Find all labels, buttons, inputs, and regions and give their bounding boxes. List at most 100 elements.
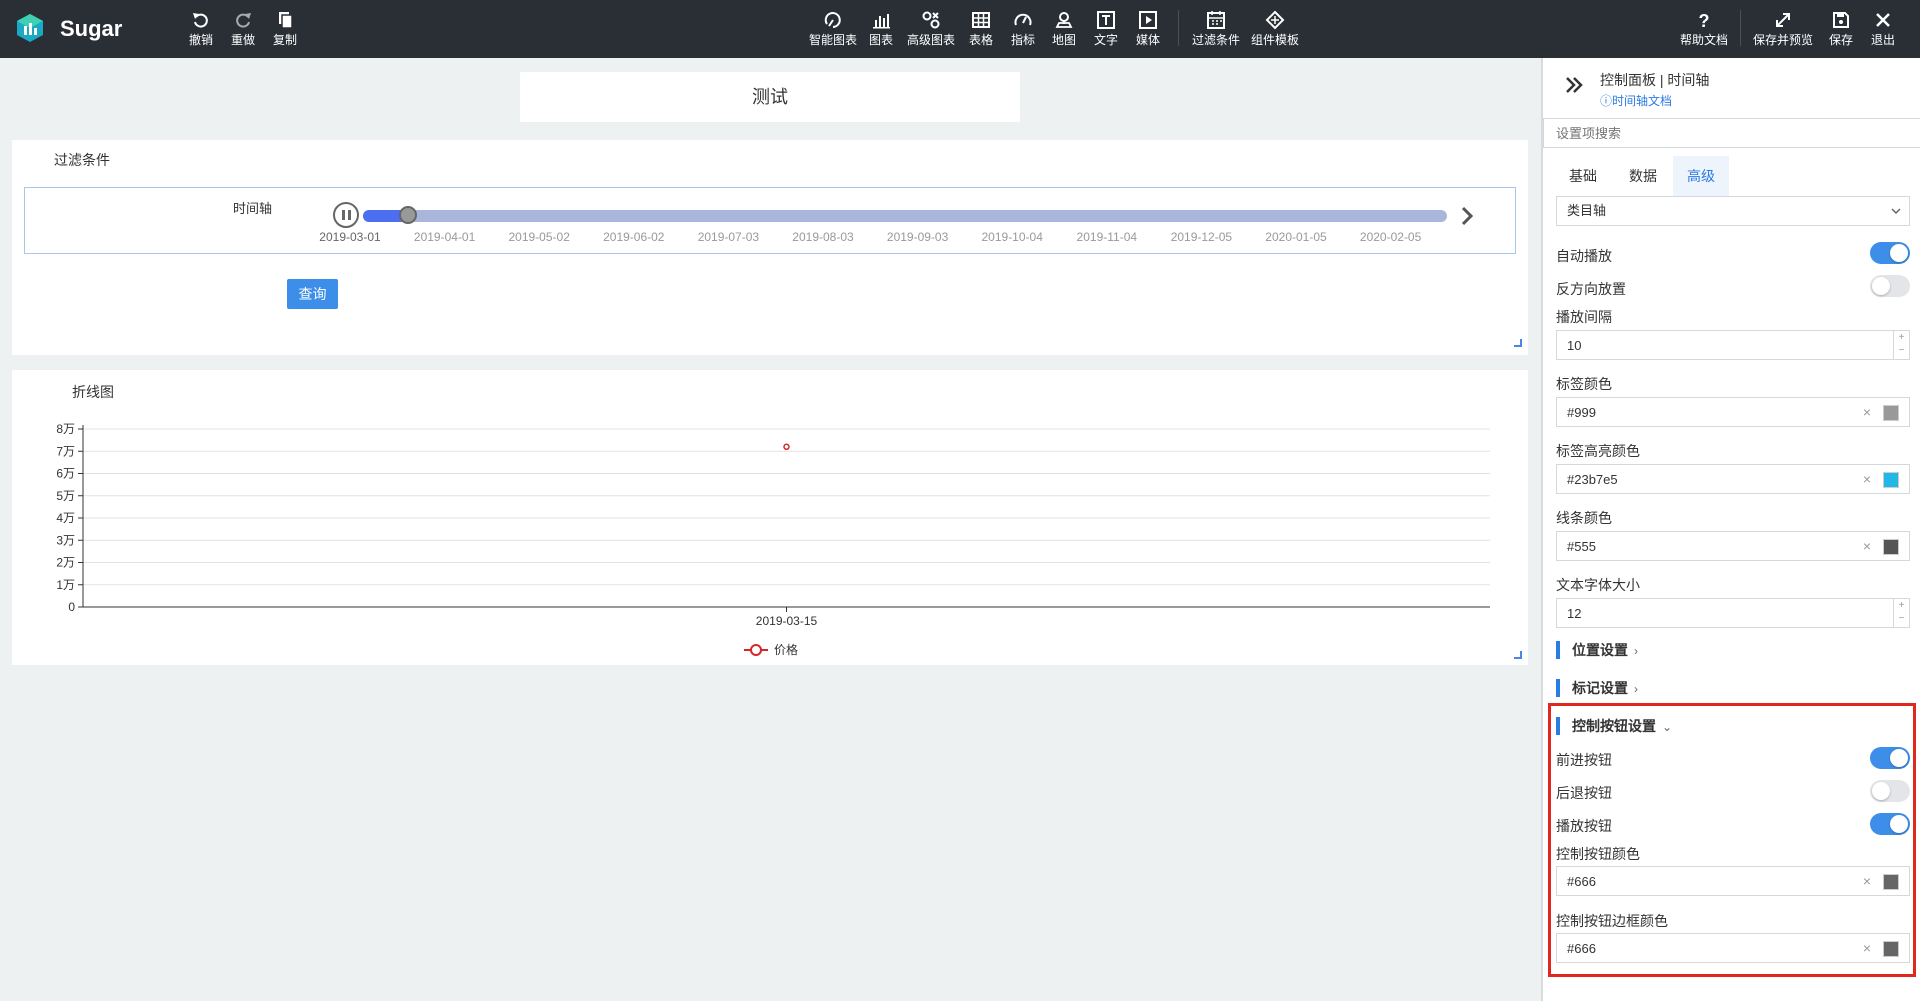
resize-handle[interactable] [1514, 651, 1522, 659]
timeline-next-icon[interactable] [1455, 204, 1479, 228]
color-swatch[interactable] [1883, 472, 1899, 488]
timeline-tick-label[interactable]: 2020-01-05 [1265, 230, 1326, 244]
color-swatch[interactable] [1883, 941, 1899, 957]
help-icon: ? [1699, 11, 1710, 30]
control-button-settings-section[interactable]: 控制按钮设置 ⌄ [1556, 716, 1672, 736]
section-label: 标记设置 [1572, 680, 1628, 696]
timeline-track[interactable] [363, 206, 1447, 224]
timeline-tick-label[interactable]: 2019-07-03 [698, 230, 759, 244]
double-chevron-right-icon[interactable] [1563, 74, 1585, 96]
stepper-up[interactable]: + [1899, 332, 1905, 343]
timeline-tick-label[interactable]: 2020-02-05 [1360, 230, 1421, 244]
timeline-filter[interactable]: 时间轴 2019-03-01 2019-04-01 2019-05-02 2019-0… [24, 187, 1516, 254]
line-chart-panel[interactable]: 折线图 0 1万 2万 3万 4万 5万 6万 7万 8万 2019-03-15 价格 [12, 370, 1528, 665]
clear-icon[interactable]: × [1863, 538, 1871, 554]
advanced-chart-icon [922, 11, 940, 29]
app-brand: Sugar [60, 16, 123, 41]
timeline-handle[interactable] [399, 206, 418, 224]
y-tick-label: 3万 [56, 533, 75, 547]
label-highlight-color-field[interactable]: #23b7e5 × [1556, 464, 1910, 494]
font-size-stepper[interactable]: 12 + − [1556, 598, 1910, 628]
play-button-toggle[interactable] [1870, 813, 1910, 835]
timeline-tick-label[interactable]: 2019-06-02 [603, 230, 664, 244]
clear-icon[interactable]: × [1863, 940, 1871, 956]
tab-data[interactable]: 数据 [1615, 156, 1671, 196]
help-doc-button[interactable]: ? 帮助文档 [1678, 10, 1730, 52]
table-button[interactable]: 表格 [958, 10, 1004, 52]
timeline-tick-label[interactable]: 2019-09-03 [887, 230, 948, 244]
clear-icon[interactable]: × [1863, 471, 1871, 487]
tab-basic[interactable]: 基础 [1555, 156, 1611, 196]
timeline-tick-label[interactable]: 2019-04-01 [414, 230, 475, 244]
copy-button[interactable]: 复制 [262, 10, 308, 52]
tab-advanced[interactable]: 高级 [1673, 156, 1729, 196]
timeline-pause-button[interactable] [333, 202, 359, 228]
text-icon [1097, 11, 1115, 29]
timeline-tick-label[interactable]: 2019-03-01 [319, 230, 380, 244]
stepper-down[interactable]: − [1899, 345, 1905, 356]
position-settings-section[interactable]: 位置设置 › [1556, 640, 1638, 660]
section-label: 位置设置 [1572, 642, 1628, 658]
dashboard-title[interactable]: 测试 [520, 72, 1020, 122]
control-button-border-color-value: #666 [1567, 941, 1596, 956]
stepper-buttons[interactable]: + − [1893, 599, 1909, 627]
chart-button[interactable]: 图表 [858, 10, 904, 52]
clear-icon[interactable]: × [1863, 873, 1871, 889]
line-color-value: #555 [1567, 539, 1596, 554]
stepper-buttons[interactable]: + − [1893, 331, 1909, 359]
toolbar-divider [1178, 10, 1179, 46]
resize-handle[interactable] [1514, 339, 1522, 347]
timeline-tick-label[interactable]: 2019-12-05 [1171, 230, 1232, 244]
filter-panel[interactable]: 过滤条件 时间轴 2019-03-01 2019-04-01 2019-05-02 2… [12, 140, 1528, 355]
chevron-right-icon: › [1634, 682, 1638, 696]
interval-value: 10 [1567, 338, 1582, 353]
reverse-toggle[interactable] [1870, 275, 1910, 297]
text-button[interactable]: 文字 [1083, 10, 1129, 52]
control-button-color-field[interactable]: #666 × [1556, 866, 1910, 896]
x-tick-label: 2019-03-15 [756, 614, 818, 628]
timeline-tick-label[interactable]: 2019-10-04 [981, 230, 1042, 244]
forward-button-toggle[interactable] [1870, 747, 1910, 769]
control-button-border-color-field[interactable]: #666 × [1556, 933, 1910, 963]
query-button[interactable]: 查询 [287, 279, 338, 309]
map-pin-icon [1055, 12, 1073, 28]
close-icon [1876, 13, 1890, 27]
filter-button[interactable]: 过滤条件 [1190, 10, 1242, 52]
data-point [783, 443, 790, 451]
timeline-tick-label[interactable]: 2019-11-04 [1077, 230, 1138, 244]
interval-stepper[interactable]: 10 + − [1556, 330, 1910, 360]
color-swatch[interactable] [1883, 539, 1899, 555]
clear-icon[interactable]: × [1863, 404, 1871, 420]
control-panel-title: 控制面板 | 时间轴 [1600, 72, 1710, 88]
stepper-down[interactable]: − [1899, 613, 1905, 624]
redo-button[interactable]: 重做 [220, 10, 266, 52]
media-button[interactable]: 媒体 [1125, 10, 1171, 52]
timeline-doc-link[interactable]: ⓘ时间轴文档 [1600, 92, 1672, 109]
settings-search-input[interactable] [1543, 118, 1920, 148]
line-color-field[interactable]: #555 × [1556, 531, 1910, 561]
svg-text:?: ? [1699, 11, 1710, 30]
stepper-up[interactable]: + [1899, 600, 1905, 611]
axis-type-select[interactable]: 类目轴 [1556, 196, 1910, 226]
save-button[interactable]: 保存 [1818, 10, 1864, 52]
color-swatch[interactable] [1883, 874, 1899, 890]
label-color-field[interactable]: #999 × [1556, 397, 1910, 427]
filter-calendar-icon [1207, 11, 1225, 29]
line-color-label: 线条颜色 [1556, 510, 1612, 526]
reverse-label: 反方向放置 [1556, 281, 1626, 297]
component-template-button[interactable]: 组件模板 [1248, 10, 1302, 52]
backward-button-toggle[interactable] [1870, 780, 1910, 802]
exit-button[interactable]: 退出 [1860, 10, 1906, 52]
chevron-right-icon: › [1634, 644, 1638, 658]
timeline-tick-label[interactable]: 2019-08-03 [792, 230, 853, 244]
smart-chart-button[interactable]: 智能图表 [808, 10, 858, 52]
timeline-tick-label[interactable]: 2019-05-02 [508, 230, 569, 244]
advanced-chart-button[interactable]: 高级图表 [904, 10, 958, 52]
map-button[interactable]: 地图 [1041, 10, 1087, 52]
color-swatch[interactable] [1883, 405, 1899, 421]
marker-settings-section[interactable]: 标记设置 › [1556, 678, 1638, 698]
undo-button[interactable]: 撤销 [178, 10, 224, 52]
save-and-preview-button[interactable]: 保存并预览 [1752, 10, 1814, 52]
autoplay-toggle[interactable] [1870, 242, 1910, 264]
metric-button[interactable]: 指标 [1000, 10, 1046, 52]
